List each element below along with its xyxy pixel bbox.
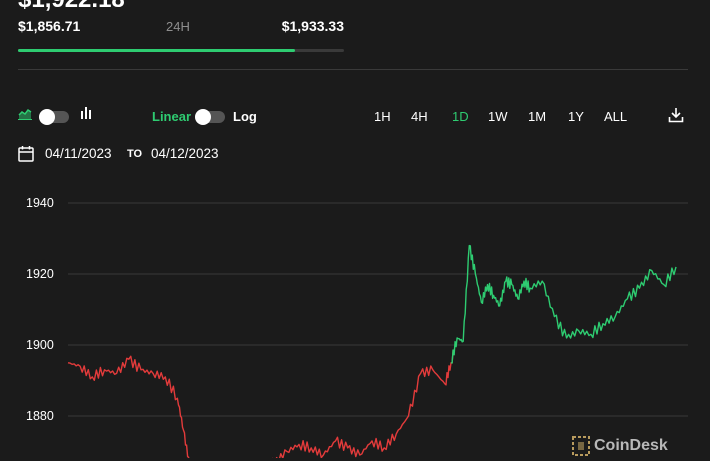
y-tick-label: 1920 [26,267,54,281]
timeframe-1d[interactable]: 1D [452,109,469,124]
scale-toggle[interactable] [195,109,225,125]
bar-chart-icon[interactable] [80,106,92,123]
range-bar [18,49,344,52]
y-tick-label: 1940 [26,196,54,210]
range-bar-fill [18,49,296,52]
range-low-value: $1,856.71 [18,18,81,34]
timeframe-1m[interactable]: 1M [528,109,546,124]
timeframe-all[interactable]: ALL [604,109,627,124]
area-chart-icon[interactable] [18,108,32,123]
timeframe-1w[interactable]: 1W [488,109,508,124]
chart-toolbar: Linear Log 1H 4H 1D 1W 1M 1Y ALL [18,106,688,128]
range-period-label: 24H [166,19,190,34]
chart-line [67,244,677,458]
chart-grid: 1880 1900 1920 1940 [26,196,688,423]
date-from[interactable]: 04/11/2023 [45,146,112,161]
divider [18,69,688,70]
date-to-label: TO [127,148,143,160]
date-to[interactable]: 04/12/2023 [151,146,219,161]
download-icon[interactable] [668,107,684,126]
y-tick-label: 1880 [26,409,54,423]
24h-range: $1,856.71 24H $1,933.33 [18,18,344,38]
scale-log-label[interactable]: Log [233,109,257,124]
scale-linear-label[interactable]: Linear [152,109,191,124]
price-chart[interactable]: 1880 1900 1920 1940 [0,180,710,458]
timeframe-4h[interactable]: 4H [411,109,428,124]
price-line-down [67,349,455,458]
timeframe-1y[interactable]: 1Y [568,109,584,124]
watermark-text: CoinDesk [594,437,668,454]
y-tick-label: 1900 [26,338,54,352]
timeframe-1h[interactable]: 1H [374,109,391,124]
calendar-icon[interactable] [18,145,34,165]
current-price: $1,922.18 [18,0,125,14]
range-high-value: $1,933.33 [281,18,344,34]
chart-type-toggle[interactable] [39,109,69,125]
coindesk-logo-icon [572,436,590,461]
